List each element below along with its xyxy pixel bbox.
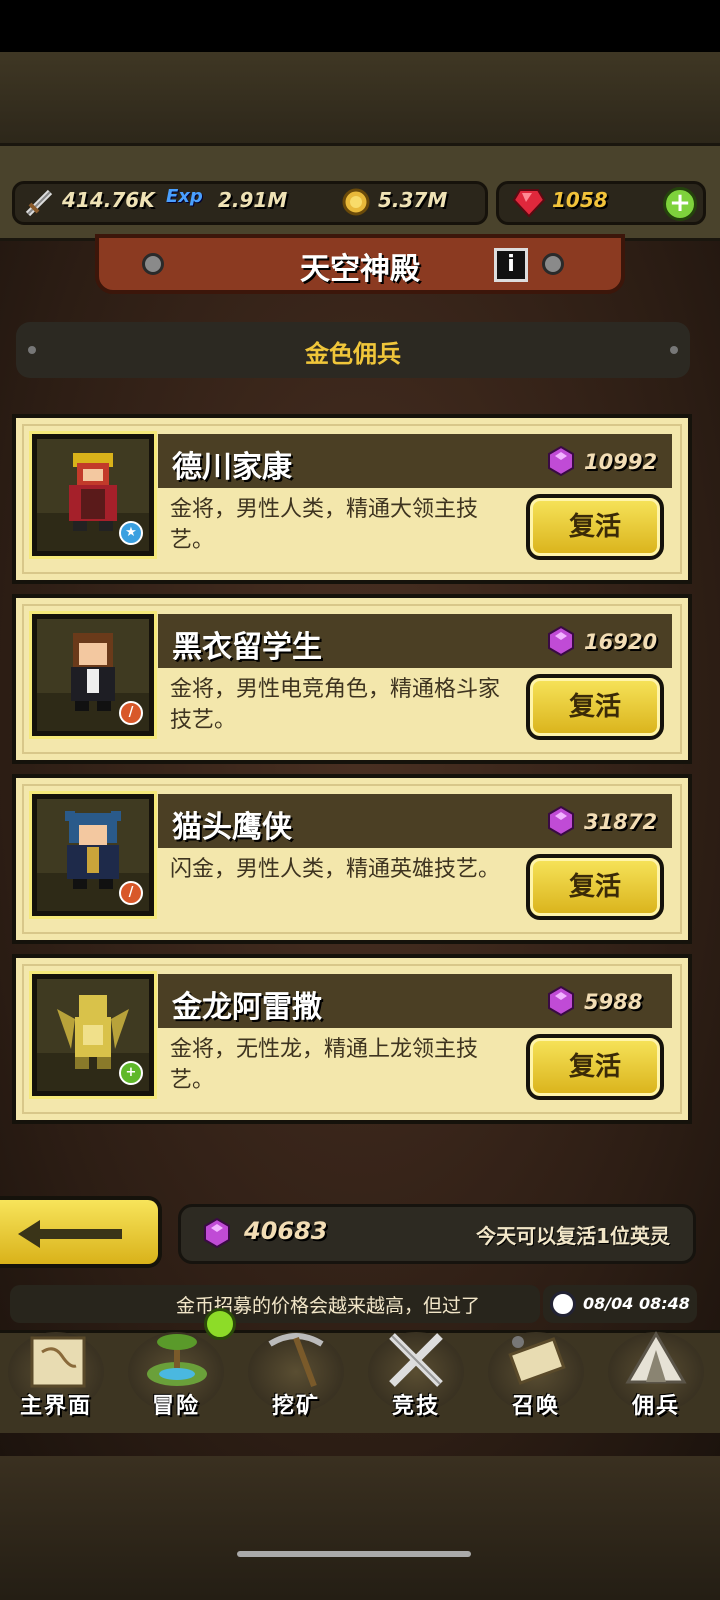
nav-arena[interactable]: 竞技 [360,1328,472,1428]
hero-price: 16920 [584,630,658,654]
hero-portrait[interactable]: / [29,611,157,739]
nav-mining[interactable]: 挖矿 [240,1328,352,1428]
gem-icon [548,986,574,1016]
home-indicator[interactable] [237,1551,471,1557]
gem-icon [548,806,574,836]
nav-label: 冒险 [151,1394,200,1419]
nav-label: 召唤 [511,1394,560,1419]
sword-icon: / [119,701,143,725]
clock-time: 08/04 08:48 [583,1294,690,1313]
bottom-background [0,1456,720,1600]
nav-home[interactable]: 主界面 [0,1328,112,1428]
gem-icon [548,446,574,476]
revive-button[interactable]: 复活 [526,494,664,560]
hero-description: 金将，男性电竞角色，精通格斗家技艺。 [170,677,501,733]
gold-coin-icon [342,188,370,216]
gem-icon [204,1218,230,1248]
star-icon: ★ [119,521,143,545]
gold-dragon-sprite-icon [57,995,129,1069]
hero-price: 10992 [584,450,658,474]
gem-icon [548,626,574,656]
sword-icon: / [119,881,143,905]
exp-icon: Exp [166,186,214,214]
exp-value: 2.91M [218,188,288,212]
gem-count: 1058 [552,188,608,212]
hero-name: 德川家康 [172,450,292,485]
hero-description: 金将，无性龙，精通上龙领主技艺。 [170,1037,479,1093]
island-icon [147,1334,207,1386]
student-sprite-icon [71,633,115,711]
hero-portrait[interactable]: + [29,971,157,1099]
notification-dot [204,1308,236,1340]
back-arrow-icon [18,1220,122,1248]
scroll-icon [508,1336,566,1385]
pickaxe-icon [268,1333,324,1388]
add-gems-button[interactable]: + [663,187,697,221]
gem-total: 40683 [244,1217,328,1245]
back-button[interactable] [0,1196,162,1268]
nav-label: 佣兵 [631,1394,680,1419]
hero-name: 金龙阿雷撒 [172,990,322,1025]
nav-label: 竞技 [391,1394,440,1419]
revive-button[interactable]: 复活 [526,854,664,920]
hero-name: 猫头鹰侠 [172,810,292,845]
exp-icon-label: Exp [166,186,203,207]
nav-summon[interactable]: 召唤 [480,1328,592,1428]
hero-description: 闪金，男性人类，精通英雄技艺。 [170,857,501,882]
gold-value: 5.37M [378,188,448,212]
revive-button[interactable]: 复活 [526,674,664,740]
nav-adventure[interactable]: 冒险 [120,1328,232,1428]
page-title: 天空神殿 [300,252,420,287]
ruby-icon [512,189,546,218]
warlord-sprite-icon [69,453,117,531]
sword-icon [25,189,53,217]
clock-icon [550,1291,576,1317]
hero-description: 金将，男性人类，精通大领主技艺。 [170,497,479,553]
plus-icon: + [119,1061,143,1085]
info-button[interactable]: i [494,248,528,282]
hero-price: 5988 [584,990,643,1014]
nav-label: 挖矿 [271,1394,320,1419]
category-title: 金色佣兵 [305,340,401,368]
nav-label: 主界面 [19,1394,92,1419]
revive-button[interactable]: 复活 [526,1034,664,1100]
top-background [0,52,720,144]
hero-portrait[interactable]: / [29,791,157,919]
hero-portrait[interactable]: ★ [29,431,157,559]
map-scroll-icon [30,1336,86,1388]
tent-icon [625,1331,687,1384]
attack-value: 414.76K [62,188,155,212]
hero-price: 31872 [584,810,658,834]
revive-limit-note: 今天可以复活1位英灵 [476,1224,670,1248]
owl-hero-sprite-icon [65,811,121,889]
nav-mercenary[interactable]: 佣兵 [600,1328,712,1428]
crossed-swords-icon [389,1333,443,1387]
hero-name: 黑衣留学生 [172,630,322,665]
